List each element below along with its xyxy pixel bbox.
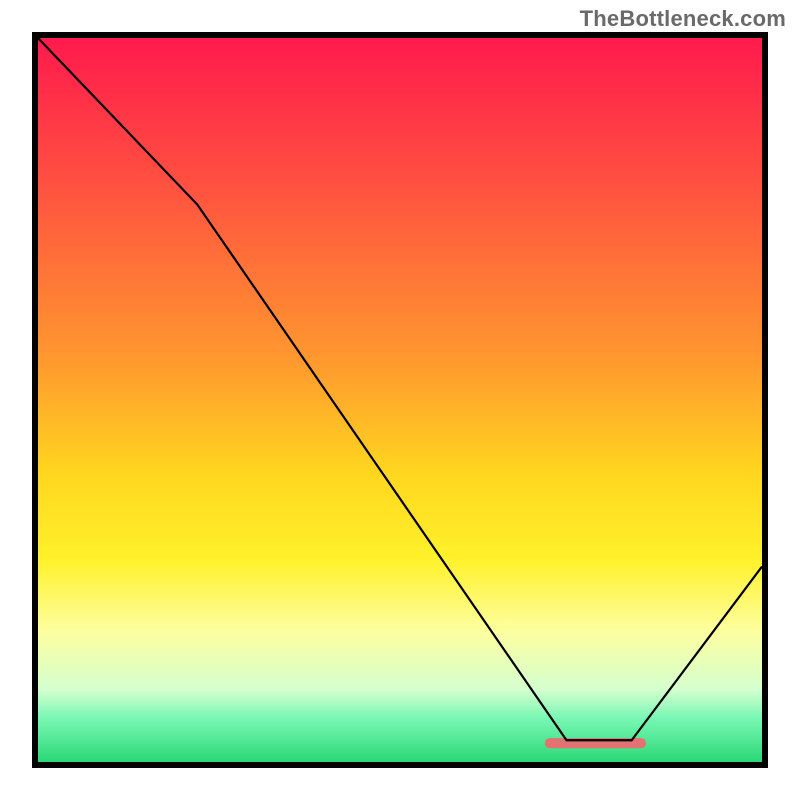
plot-svg: [38, 38, 762, 762]
watermark-attribution: TheBottleneck.com: [580, 6, 786, 32]
plot-frame: [32, 32, 768, 768]
chart-container: TheBottleneck.com: [0, 0, 800, 800]
plot-background: [38, 38, 762, 762]
